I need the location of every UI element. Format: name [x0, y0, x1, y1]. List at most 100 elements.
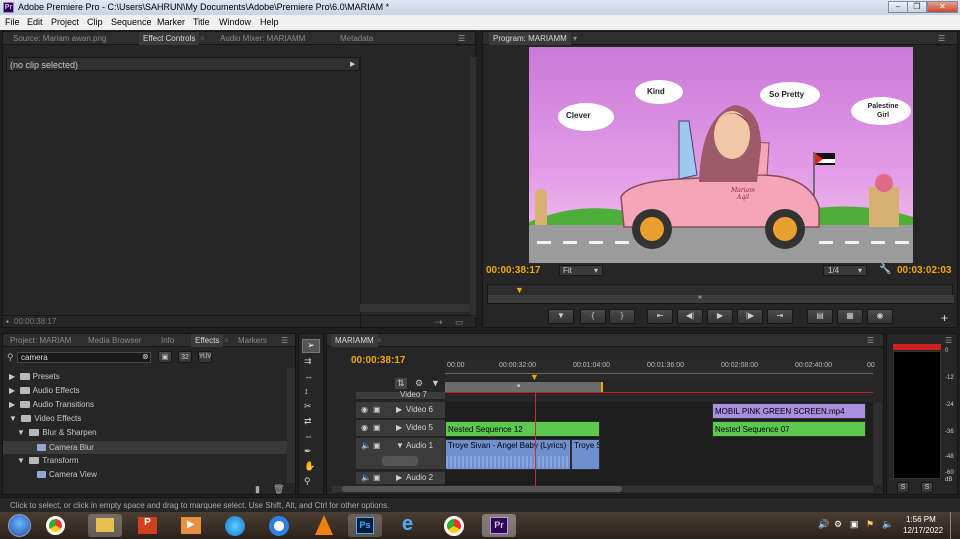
export-frame-button[interactable]: ◉: [867, 309, 893, 324]
selection-tool-icon[interactable]: ➢: [302, 339, 320, 353]
network-icon[interactable]: ▣: [850, 519, 859, 530]
menu-edit[interactable]: Edit: [27, 17, 43, 27]
mark-out-button[interactable]: }: [609, 309, 635, 324]
close-button[interactable]: ✕: [927, 1, 958, 13]
fit-dropdown[interactable]: Fit ▾: [559, 265, 603, 276]
slide-tool-icon[interactable]: ⇔: [304, 431, 313, 441]
program-timecode[interactable]: 00:00:38:17: [486, 265, 540, 276]
tree-item-video-effects[interactable]: ▼ Video Effects: [9, 414, 81, 423]
snap-icon[interactable]: ⇅: [395, 378, 407, 389]
tray-icon[interactable]: ⚙: [834, 519, 842, 530]
eye-icon[interactable]: ◉: [361, 423, 368, 432]
link-icon[interactable]: ⚙: [415, 378, 423, 389]
show-desktop-button[interactable]: [950, 512, 960, 539]
clock-time[interactable]: 1:56 PM: [906, 515, 936, 524]
step-back-button[interactable]: ◀|: [677, 309, 703, 324]
menu-title[interactable]: Title: [193, 17, 210, 27]
solo-left-button[interactable]: S: [897, 482, 909, 493]
tab-effect-controls[interactable]: Effect Controls: [139, 32, 200, 45]
solo-right-button[interactable]: S: [921, 482, 933, 493]
menu-help[interactable]: Help: [260, 17, 279, 27]
time-ruler[interactable]: 00:00 00:00:32:00 00:01:04:00 00:01:36:0…: [445, 360, 875, 380]
grip-icon[interactable]: ■: [517, 383, 520, 389]
start-button[interactable]: [8, 514, 31, 537]
action-center-icon[interactable]: ⚑: [866, 519, 874, 530]
lift-button[interactable]: ▤: [807, 309, 833, 324]
timeline-horizontal-scrollbar[interactable]: [332, 486, 873, 492]
lock-icon[interactable]: ▣: [373, 473, 381, 482]
new-bin-icon[interactable]: ▮: [255, 484, 260, 495]
volume-keyframe-button[interactable]: [382, 456, 418, 466]
expand-triangle-icon[interactable]: ▶: [396, 405, 402, 414]
go-to-out-button[interactable]: ⇥: [767, 309, 793, 324]
track-header-video-6[interactable]: ◉ ▣ ▶ Video 6: [356, 402, 445, 419]
effects-search-input[interactable]: camera ⊗: [17, 352, 151, 363]
panel-menu-icon[interactable]: ☰: [938, 34, 945, 43]
photoshop-task[interactable]: Ps: [348, 514, 382, 537]
menu-clip[interactable]: Clip: [87, 17, 103, 27]
tab-program[interactable]: Program: MARIAMM: [489, 32, 571, 45]
play-triangle-icon[interactable]: ▶: [350, 60, 355, 68]
zoom-bar[interactable]: [488, 295, 954, 303]
menu-window[interactable]: Window: [219, 17, 251, 27]
pen-tool-icon[interactable]: ✒: [304, 446, 312, 457]
panel-menu-icon[interactable]: ☰: [867, 336, 874, 345]
vertical-scrollbar[interactable]: [470, 57, 476, 317]
lock-icon[interactable]: ▣: [373, 423, 381, 432]
collapse-triangle-icon[interactable]: ▼: [396, 441, 404, 450]
scroll-thumb[interactable]: [342, 486, 622, 492]
mark-in-button[interactable]: {: [580, 309, 606, 324]
chromium-icon[interactable]: [269, 516, 289, 536]
menu-sequence[interactable]: Sequence: [111, 17, 152, 27]
play-button[interactable]: ▶: [707, 309, 733, 324]
effects-scrollbar[interactable]: [287, 368, 295, 483]
explorer-task[interactable]: [88, 514, 122, 537]
panel-menu-icon[interactable]: ☰: [458, 34, 465, 43]
clip-indicator[interactable]: [893, 344, 941, 350]
panel-menu-icon[interactable]: ☰: [281, 336, 288, 345]
edge-icon[interactable]: [225, 516, 245, 536]
clip-troye-sivan-audio-2[interactable]: Troye S: [571, 439, 600, 470]
lock-icon[interactable]: ▣: [373, 441, 381, 450]
speaker-icon[interactable]: 🔈: [882, 519, 893, 530]
expand-triangle-icon[interactable]: ▶: [396, 473, 402, 482]
work-area-bar[interactable]: ■: [445, 382, 603, 392]
add-button-icon[interactable]: +: [941, 311, 948, 325]
tab-source[interactable]: Source: Mariam awan.png: [13, 32, 106, 45]
clip-nested-sequence-12[interactable]: Nested Sequence 12: [445, 421, 600, 437]
clock-date[interactable]: 12/17/2022: [903, 526, 943, 535]
track-select-tool-icon[interactable]: ⇉: [304, 356, 312, 367]
internet-explorer-icon[interactable]: e: [402, 514, 422, 535]
zoom-grip-icon[interactable]: ■: [698, 295, 702, 301]
add-marker-icon[interactable]: ▼: [431, 378, 440, 388]
wrench-icon[interactable]: 🔧: [879, 264, 891, 275]
clip-troye-sivan-audio[interactable]: Troye Sivan - Angel Baby (Lyrics): [445, 439, 571, 470]
zoom-tool-icon[interactable]: ⚲: [304, 476, 311, 487]
volume-tray-icon[interactable]: 🔊: [818, 519, 829, 530]
slip-tool-icon[interactable]: ⇄: [304, 416, 312, 427]
step-forward-button[interactable]: |▶: [737, 309, 763, 324]
tree-item-audio-effects[interactable]: ▶ Audio Effects: [9, 386, 80, 395]
32-bit-effects-icon[interactable]: 32: [178, 351, 192, 363]
eye-icon[interactable]: ◉: [361, 405, 368, 414]
hand-tool-icon[interactable]: ✋: [304, 461, 315, 472]
tab-effects[interactable]: Effects: [191, 334, 224, 347]
expand-icon[interactable]: ▭: [455, 317, 464, 328]
rolling-edit-tool-icon[interactable]: ↕: [304, 386, 309, 396]
tab-markers[interactable]: Markers: [238, 334, 267, 347]
chrome-icon[interactable]: [46, 516, 65, 535]
tree-item-audio-transitions[interactable]: ▶ Audio Transitions: [9, 400, 94, 409]
filter-icon[interactable]: ⇢: [435, 317, 443, 328]
speaker-icon[interactable]: 🔈: [361, 473, 371, 482]
menu-marker[interactable]: Marker: [157, 17, 185, 27]
timeline-vertical-scrollbar[interactable]: [873, 402, 882, 485]
resolution-dropdown[interactable]: 1/4 ▾: [823, 265, 867, 276]
tab-media-browser[interactable]: Media Browser: [88, 334, 141, 347]
tree-item-camera-blur[interactable]: Camera Blur: [3, 441, 287, 454]
vlc-icon[interactable]: [315, 515, 333, 535]
powerpoint-icon[interactable]: P: [138, 517, 157, 534]
lock-icon[interactable]: ▣: [373, 405, 381, 414]
program-dropdown-icon[interactable]: ▾: [573, 32, 577, 45]
tree-item-blur-sharpen[interactable]: ▼ Blur & Sharpen: [17, 428, 97, 437]
tab-project[interactable]: Project: MARIAM: [10, 334, 71, 347]
